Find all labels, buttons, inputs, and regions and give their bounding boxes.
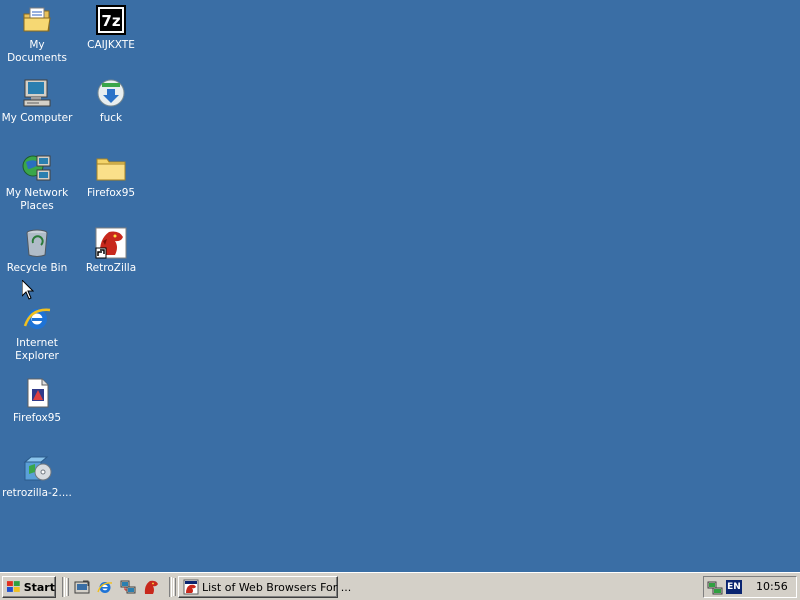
window-app-icon bbox=[183, 579, 199, 595]
quick-launch-retrozilla[interactable] bbox=[143, 579, 159, 595]
desktop-icon-retrozilla[interactable]: RetroZilla bbox=[74, 227, 148, 275]
my-documents-icon bbox=[23, 7, 51, 32]
icon-label: My Network Places bbox=[5, 187, 69, 212]
desktop-icon-caijkxte[interactable]: 7z CAIJKXTE bbox=[74, 4, 148, 52]
icon-label: Firefox95 bbox=[86, 187, 136, 199]
show-desktop-icon bbox=[74, 580, 90, 594]
internet-explorer-icon bbox=[23, 308, 51, 329]
windows-logo-icon bbox=[6, 581, 20, 592]
quick-launch-internet-explorer[interactable] bbox=[97, 579, 113, 595]
language-indicator[interactable]: EN bbox=[726, 580, 742, 594]
desktop-icon-my-documents[interactable]: My Documents bbox=[0, 4, 74, 65]
desktop-icon-internet-explorer[interactable]: Internet Explorer bbox=[0, 302, 74, 363]
setup-package-icon bbox=[23, 456, 52, 481]
desktop-icon-fuck[interactable]: fuck bbox=[74, 77, 148, 125]
desktop[interactable]: My Documents My Computer My Network Plac… bbox=[0, 0, 800, 572]
icon-label: Firefox95 bbox=[12, 412, 62, 424]
toolbar-separator bbox=[169, 577, 172, 597]
start-label: Start bbox=[23, 580, 55, 594]
network-status-icon[interactable] bbox=[707, 579, 723, 595]
icon-label: Recycle Bin bbox=[6, 262, 68, 274]
icon-label: My Computer bbox=[1, 112, 73, 124]
quick-launch-show-desktop[interactable] bbox=[74, 579, 90, 595]
desktop-icon-my-network-places[interactable]: My Network Places bbox=[0, 152, 74, 213]
quick-launch-grip[interactable] bbox=[66, 578, 69, 596]
toolbar-separator bbox=[62, 577, 65, 597]
recycle-bin-icon bbox=[26, 229, 48, 257]
desktop-icon-firefox95-folder[interactable]: Firefox95 bbox=[74, 152, 148, 200]
network-places-icon bbox=[22, 155, 51, 181]
desktop-icon-retrozilla-setup[interactable]: retrozilla-2.... bbox=[0, 452, 74, 500]
retrozilla-shortcut-icon bbox=[95, 227, 127, 259]
icon-label: Internet Explorer bbox=[15, 337, 59, 362]
system-tray: EN 10:56 bbox=[703, 576, 797, 598]
icon-label: fuck bbox=[99, 112, 123, 124]
my-computer-icon bbox=[23, 79, 51, 107]
taskbar-window-button[interactable]: List of Web Browsers For ... bbox=[178, 576, 351, 598]
quick-launch-network[interactable] bbox=[120, 579, 136, 595]
taskbar-grip[interactable] bbox=[173, 578, 176, 596]
taskbar: Start List of Web Browsers For ... EN 10… bbox=[0, 572, 800, 600]
7zip-icon: 7z bbox=[96, 5, 126, 35]
network-icon bbox=[120, 580, 136, 594]
clock[interactable]: 10:56 bbox=[756, 580, 788, 593]
internet-explorer-icon bbox=[97, 582, 113, 593]
installer-file-icon bbox=[27, 378, 49, 408]
download-installer-icon bbox=[97, 79, 125, 107]
desktop-icon-recycle-bin[interactable]: Recycle Bin bbox=[0, 227, 74, 275]
folder-icon bbox=[96, 158, 126, 181]
icon-label: retrozilla-2.... bbox=[2, 487, 72, 499]
icon-label: My Documents bbox=[7, 39, 67, 64]
taskbar-window-title: List of Web Browsers For ... bbox=[202, 580, 352, 594]
icon-label: CAIJKXTE bbox=[87, 39, 135, 51]
desktop-icon-my-computer[interactable]: My Computer bbox=[0, 77, 74, 125]
mouse-pointer-icon bbox=[22, 280, 34, 300]
desktop-icon-firefox95-installer[interactable]: Firefox95 bbox=[0, 377, 74, 425]
start-button[interactable]: Start bbox=[2, 576, 56, 598]
icon-label: RetroZilla bbox=[85, 262, 137, 274]
svg-text:7z: 7z bbox=[101, 12, 120, 30]
retrozilla-icon bbox=[144, 580, 158, 594]
